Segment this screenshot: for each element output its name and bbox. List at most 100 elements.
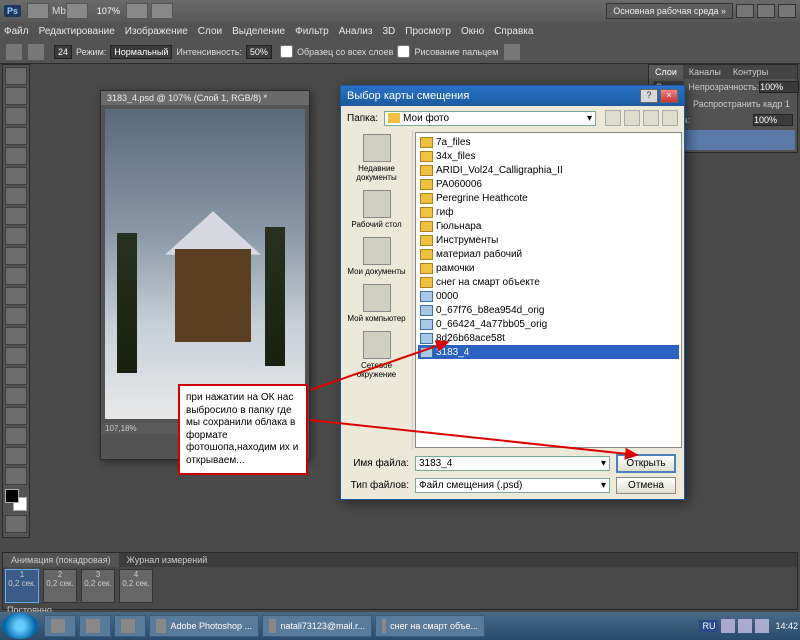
lasso-tool[interactable]	[5, 107, 27, 125]
menu-layer[interactable]: Слои	[198, 26, 222, 37]
views-icon[interactable]	[662, 110, 678, 126]
gradient-tool[interactable]	[5, 287, 27, 305]
crop-tool[interactable]	[5, 147, 27, 165]
brush-preset-icon[interactable]	[28, 44, 44, 60]
menu-edit[interactable]: Редактирование	[39, 26, 115, 37]
back-icon[interactable]	[605, 110, 621, 126]
list-item[interactable]: 0_66424_4a77bb05_orig	[418, 317, 679, 331]
folder-combo[interactable]: Мои фото ▾	[384, 111, 596, 126]
close-button[interactable]	[778, 4, 796, 18]
tablet-pressure-icon[interactable]	[504, 44, 520, 60]
list-item[interactable]: гиф	[418, 205, 679, 219]
eraser-tool[interactable]	[5, 267, 27, 285]
marquee-tool[interactable]	[5, 87, 27, 105]
open-button[interactable]: Открыть	[616, 454, 676, 473]
list-item[interactable]: 8d26b68ace58t	[418, 331, 679, 345]
tab-paths[interactable]: Контуры	[727, 65, 774, 79]
places-documents[interactable]: Мои документы	[343, 237, 410, 276]
restore-button[interactable]	[757, 4, 775, 18]
list-item[interactable]: 3183_4	[418, 345, 679, 359]
list-item[interactable]: 7a_files	[418, 135, 679, 149]
tab-measurements[interactable]: Журнал измерений	[119, 553, 216, 567]
tab-channels[interactable]: Каналы	[683, 65, 727, 79]
path-tool[interactable]	[5, 387, 27, 405]
foreground-color-swatch[interactable]	[5, 489, 19, 503]
history-brush-tool[interactable]	[5, 247, 27, 265]
list-item[interactable]: снег на смарт объекте	[418, 275, 679, 289]
eyedropper-tool[interactable]	[5, 167, 27, 185]
menu-window[interactable]: Окно	[461, 26, 484, 37]
move-tool[interactable]	[5, 67, 27, 85]
frame-2[interactable]: 20,2 сек.	[43, 569, 77, 603]
minimize-button[interactable]	[736, 4, 754, 18]
list-item[interactable]: Гюльнара	[418, 219, 679, 233]
frame-1[interactable]: 10,2 сек.	[5, 569, 39, 603]
menu-file[interactable]: Файл	[4, 26, 29, 37]
menu-filter[interactable]: Фильтр	[295, 26, 329, 37]
blend-mode-select[interactable]: Нормальный	[110, 45, 172, 59]
places-network[interactable]: Сетевое окружение	[343, 331, 410, 379]
finger-painting-checkbox[interactable]	[397, 45, 410, 58]
history-button[interactable]	[66, 3, 88, 19]
menu-analysis[interactable]: Анализ	[339, 26, 373, 37]
zoom-tool[interactable]	[5, 467, 27, 485]
clock[interactable]: 14:42	[775, 621, 798, 631]
view-extras-button[interactable]	[151, 3, 173, 19]
menu-select[interactable]: Выделение	[232, 26, 285, 37]
list-item[interactable]: материал рабочий	[418, 247, 679, 261]
taskbar-browser[interactable]: natali73123@mail.r...	[262, 615, 372, 637]
wand-tool[interactable]	[5, 127, 27, 145]
taskbar-folder[interactable]: снег на смарт объе...	[375, 615, 485, 637]
start-button[interactable]	[2, 613, 38, 639]
tray-icon[interactable]	[721, 619, 735, 633]
tab-animation[interactable]: Анимация (покадровая)	[3, 553, 119, 567]
places-computer[interactable]: Мой компьютер	[343, 284, 410, 323]
menu-3d[interactable]: 3D	[382, 26, 395, 37]
smudge-tool[interactable]	[5, 307, 27, 325]
menu-view[interactable]: Просмотр	[405, 26, 451, 37]
tray-icon[interactable]	[738, 619, 752, 633]
list-item[interactable]: 0_67f76_b8ea954d_orig	[418, 303, 679, 317]
type-tool[interactable]	[5, 367, 27, 385]
brush-tool[interactable]	[5, 207, 27, 225]
brush-size[interactable]: 24	[54, 45, 72, 59]
bridge-button[interactable]	[27, 3, 49, 19]
list-item[interactable]: Инструменты	[418, 233, 679, 247]
volume-icon[interactable]	[755, 619, 769, 633]
language-indicator[interactable]: RU	[699, 620, 718, 632]
zoom-level[interactable]: 107%	[97, 6, 120, 16]
list-item[interactable]: 0000	[418, 289, 679, 303]
list-item[interactable]: 34x_files	[418, 149, 679, 163]
taskbar-item[interactable]	[79, 615, 111, 637]
workspace-switcher[interactable]: Основная рабочая среда »	[606, 3, 733, 19]
cancel-button[interactable]: Отмена	[616, 477, 676, 494]
sample-all-layers-checkbox[interactable]	[280, 45, 293, 58]
heal-tool[interactable]	[5, 187, 27, 205]
places-recent[interactable]: Недавние документы	[343, 134, 410, 182]
stamp-tool[interactable]	[5, 227, 27, 245]
new-folder-icon[interactable]	[643, 110, 659, 126]
opacity-input[interactable]	[759, 81, 799, 93]
dialog-close-button[interactable]: ×	[660, 89, 678, 103]
list-item[interactable]: рамочки	[418, 261, 679, 275]
filetype-select[interactable]: Файл смещения (.psd)▾	[415, 478, 610, 493]
tab-layers[interactable]: Слои	[649, 65, 683, 79]
dodge-tool[interactable]	[5, 327, 27, 345]
intensity-input[interactable]: 50%	[246, 45, 272, 59]
list-item[interactable]: ARIDI_Vol24_Calligraphia_II	[418, 163, 679, 177]
canvas[interactable]	[105, 109, 305, 419]
list-item[interactable]: PA060006	[418, 177, 679, 191]
menu-image[interactable]: Изображение	[125, 26, 188, 37]
places-desktop[interactable]: Рабочий стол	[343, 190, 410, 229]
frame-4[interactable]: 40,2 сек.	[119, 569, 153, 603]
view-grid-button[interactable]	[126, 3, 148, 19]
dialog-help-button[interactable]: ?	[640, 89, 658, 103]
pen-tool[interactable]	[5, 347, 27, 365]
menu-help[interactable]: Справка	[494, 26, 533, 37]
fill-input[interactable]	[753, 114, 793, 126]
list-item[interactable]: Peregrine Heathcote	[418, 191, 679, 205]
taskbar-item[interactable]	[114, 615, 146, 637]
hand-tool[interactable]	[5, 447, 27, 465]
taskbar-photoshop[interactable]: Adobe Photoshop ...	[149, 615, 259, 637]
frame-3[interactable]: 30,2 сек.	[81, 569, 115, 603]
